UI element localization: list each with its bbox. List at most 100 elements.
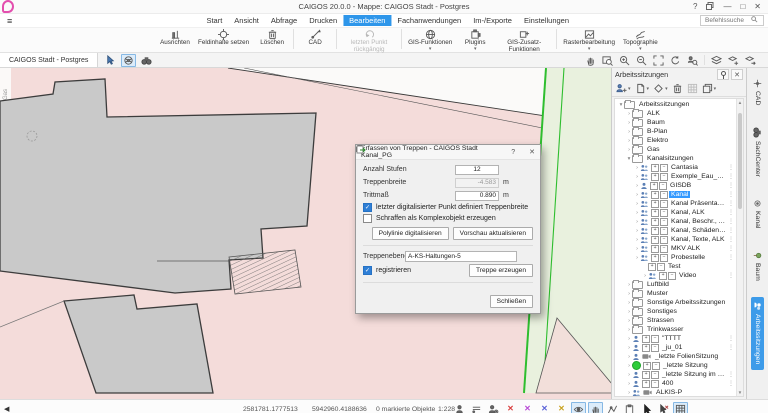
- tree-item-tttt[interactable]: › + − "TTTT ⋮: [616, 334, 735, 343]
- minus-box-icon[interactable]: −: [651, 334, 660, 343]
- tree-item-label[interactable]: Kanal: [669, 191, 691, 198]
- plus-box-icon[interactable]: +: [659, 271, 668, 280]
- polyline-icon[interactable]: [605, 402, 620, 413]
- plus-box-icon[interactable]: +: [650, 181, 659, 190]
- tree-item-label[interactable]: MKV ALK: [669, 245, 702, 252]
- minus-box-icon[interactable]: −: [660, 172, 669, 181]
- tree-item-label[interactable]: Kanal, ALK: [669, 209, 707, 216]
- settings-person-icon[interactable]: [486, 402, 501, 413]
- treppenebene-input[interactable]: [405, 251, 517, 262]
- ribbon-button-topographie[interactable]: Topographie ▾: [619, 28, 662, 52]
- item-menu-icon[interactable]: ⋮: [728, 344, 735, 351]
- ribbon-button-rasterbearbeitung[interactable]: Rasterbearbeitung ▾: [559, 28, 619, 52]
- tree-item-kanal-präsentation[interactable]: › + − Kanal Präsentation ⋮: [616, 199, 735, 208]
- tree-item-label[interactable]: Kanal Präsentation: [669, 200, 728, 207]
- item-menu-icon[interactable]: ⋮: [728, 227, 735, 234]
- tree-item-label[interactable]: Kanal, Schäden, ALK: [669, 227, 728, 234]
- item-menu-icon[interactable]: ⋮: [728, 182, 735, 189]
- windows-icon[interactable]: [706, 1, 714, 12]
- tab-bearbeiten[interactable]: Bearbeiten: [343, 15, 392, 26]
- history-back-icon[interactable]: ◀: [4, 405, 9, 413]
- ribbon-button-löschen[interactable]: Löschen: [253, 28, 291, 47]
- tree-item-label[interactable]: Kanalsitzungen: [645, 155, 695, 162]
- help-button[interactable]: ?: [693, 2, 697, 11]
- binoculars-icon[interactable]: [139, 54, 154, 67]
- tree-item-label[interactable]: "TTTT: [660, 335, 683, 342]
- tree-item-label[interactable]: Strassen: [645, 317, 676, 324]
- ribbon-button-gis-funktionen[interactable]: GIS-Funktionen ▾: [404, 28, 456, 52]
- tree-item-kanal-beschr-alk[interactable]: › + − Kanal, Beschr., ALK ⋮: [616, 217, 735, 226]
- item-menu-icon[interactable]: ⋮: [728, 164, 735, 171]
- tree-item-kanal-schäden-alk[interactable]: ›+−Kanal, Schäden, ALK⋮: [616, 226, 735, 235]
- grid-snap-icon[interactable]: [673, 401, 688, 413]
- zoom-extent-icon[interactable]: [651, 54, 666, 67]
- tree-item-trinkwasser[interactable]: › Trinkwasser: [616, 324, 735, 334]
- tree-item-label[interactable]: Cantasia: [669, 164, 700, 171]
- tree-item-letzte-sitzung[interactable]: › + − _letzte Sitzung: [616, 361, 735, 370]
- tree-item-cantasia[interactable]: › + − Cantasia ⋮: [616, 163, 735, 172]
- tree-item-label[interactable]: Luftbild: [645, 281, 671, 288]
- minus-box-icon[interactable]: −: [660, 253, 669, 262]
- registrieren-checkbox[interactable]: ✓: [363, 266, 372, 275]
- schliessen-button[interactable]: Schließen: [489, 295, 533, 308]
- anzahl-stufen-input[interactable]: [455, 164, 499, 175]
- layers-icon[interactable]: [709, 54, 724, 67]
- minus-box-icon[interactable]: −: [660, 190, 669, 199]
- plus-box-icon[interactable]: +: [643, 361, 652, 370]
- plus-box-icon[interactable]: +: [642, 379, 651, 388]
- minus-box-icon[interactable]: −: [651, 370, 660, 379]
- side-tab-cad[interactable]: CAD: [751, 74, 764, 110]
- layer-add-icon[interactable]: [726, 54, 741, 67]
- plus-box-icon[interactable]: +: [651, 190, 660, 199]
- point-info-icon[interactable]: [452, 402, 467, 413]
- snap-grid-icon[interactable]: ✕: [554, 402, 569, 413]
- item-menu-icon[interactable]: ⋮: [728, 335, 735, 342]
- minus-box-icon[interactable]: −: [660, 226, 669, 235]
- panel-close-icon[interactable]: ✕: [731, 69, 744, 80]
- tree-item-test[interactable]: + − Test: [616, 262, 735, 271]
- tree-item-label[interactable]: Kanal, Texte, ALK: [669, 236, 727, 243]
- refresh-icon[interactable]: [668, 54, 683, 67]
- plus-box-icon[interactable]: +: [651, 253, 660, 262]
- punkt-checkbox[interactable]: ✓: [363, 203, 372, 212]
- vorschau-aktualisieren-button[interactable]: Vorschau aktualisieren: [452, 227, 533, 240]
- tree-item-label[interactable]: _letzte FolienSitzung: [653, 353, 720, 360]
- minimize-button[interactable]: —: [723, 2, 731, 11]
- minus-box-icon[interactable]: −: [660, 217, 669, 226]
- tree-item-mkv-alk[interactable]: › + − MKV ALK ⋮: [616, 244, 735, 253]
- tree-item-probestelle[interactable]: › + − Probestelle ⋮: [616, 253, 735, 262]
- minus-box-icon[interactable]: −: [660, 235, 669, 244]
- hamburger-menu-icon[interactable]: ≡: [0, 16, 19, 26]
- tree-item-label[interactable]: _letzte Sitzung im Internet: [660, 371, 728, 378]
- minus-box-icon[interactable]: −: [660, 163, 669, 172]
- tree-item-label[interactable]: 400: [660, 380, 675, 387]
- tree-item-exemple-eau-ass[interactable]: › + − Exemple_Eau_Ass ⋮: [616, 172, 735, 181]
- tree-item-label[interactable]: Elektro: [645, 137, 670, 144]
- ribbon-button-plugins[interactable]: Plugins ▾: [456, 28, 494, 52]
- plus-box-icon[interactable]: +: [651, 235, 660, 244]
- minus-box-icon[interactable]: −: [660, 208, 669, 217]
- polylinie-digitalisieren-button[interactable]: Polylinie digitalisieren: [371, 227, 449, 240]
- plus-box-icon[interactable]: +: [651, 217, 660, 226]
- item-menu-icon[interactable]: ⋮: [728, 380, 735, 387]
- zoom-out-icon[interactable]: [634, 54, 649, 67]
- trittmass-input[interactable]: [455, 190, 499, 201]
- plus-box-icon[interactable]: +: [642, 343, 651, 352]
- plus-box-icon[interactable]: +: [651, 244, 660, 253]
- tree-item-label[interactable]: Sonstiges: [645, 308, 679, 315]
- item-menu-icon[interactable]: ⋮: [728, 200, 735, 207]
- tree-item-ju-01[interactable]: › + − _ju_01 ⋮: [616, 343, 735, 352]
- minus-box-icon[interactable]: −: [651, 379, 660, 388]
- diamond-icon[interactable]: ▾: [653, 83, 668, 94]
- tree-item-label[interactable]: GISDB: [668, 182, 693, 189]
- pan-lock-icon[interactable]: [588, 401, 603, 413]
- item-menu-icon[interactable]: ⋮: [728, 218, 735, 225]
- tree-item-kanalsitzungen[interactable]: ▾ Kanalsitzungen: [616, 153, 735, 163]
- plus-box-icon[interactable]: +: [651, 163, 660, 172]
- tree-item-label[interactable]: _letzte Sitzung: [661, 362, 710, 369]
- treppe-erzeugen-button[interactable]: Treppe erzeugen: [469, 264, 533, 277]
- plus-box-icon[interactable]: +: [648, 262, 657, 271]
- plus-box-icon[interactable]: +: [651, 226, 660, 235]
- layer-list-icon[interactable]: [469, 402, 484, 413]
- tree-item-label[interactable]: Arbeitssitzungen: [637, 101, 691, 108]
